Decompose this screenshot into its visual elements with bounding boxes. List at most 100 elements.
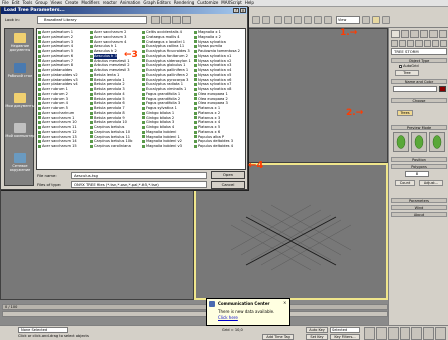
- key-mode-dropdown[interactable]: Selected: [330, 327, 360, 333]
- systems-icon[interactable]: [439, 40, 447, 47]
- rollout-parameters[interactable]: Parameters: [391, 198, 447, 203]
- adjust-button[interactable]: Adjust...: [419, 180, 443, 186]
- cancel-button[interactable]: Cancel: [211, 181, 245, 189]
- create-tab-icon[interactable]: [391, 30, 400, 38]
- geometry-icon[interactable]: [391, 40, 399, 47]
- tree-file-icon: [38, 121, 41, 125]
- tree-file-icon: [194, 78, 197, 82]
- set-key-button[interactable]: Set Key: [306, 334, 328, 340]
- link-icon[interactable]: [274, 16, 282, 24]
- redo-icon[interactable]: [262, 16, 270, 24]
- time-slider[interactable]: 0 / 100: [2, 304, 388, 310]
- close-icon[interactable]: ×: [240, 8, 246, 13]
- preview-box-leaf-icon[interactable]: [429, 132, 445, 152]
- file-list[interactable]: Acer palmatum 1 Acer palmatum 2 Acer palma…: [36, 28, 246, 170]
- hierarchy-tab-icon[interactable]: [410, 30, 419, 38]
- open-button[interactable]: Open: [211, 171, 245, 179]
- display-tab-icon[interactable]: [429, 30, 438, 38]
- scale-icon[interactable]: [324, 16, 332, 24]
- render-icon[interactable]: [372, 16, 380, 24]
- place-desktop[interactable]: Рабочий стол: [5, 61, 35, 87]
- quick-render-icon[interactable]: [382, 16, 390, 24]
- tree-file-icon: [194, 49, 197, 53]
- place-label: Мои документы: [5, 104, 35, 108]
- preview-full-leaf-icon[interactable]: [393, 132, 409, 152]
- file-item[interactable]: Populus deltoides 4: [194, 144, 245, 149]
- pan-icon[interactable]: [435, 327, 447, 340]
- modify-tab-icon[interactable]: [400, 30, 409, 38]
- object-color-swatch[interactable]: [439, 86, 446, 92]
- command-panel: TREE STORM Object Type AutoGrid Tree Nam…: [388, 28, 448, 325]
- move-icon[interactable]: [304, 16, 312, 24]
- file-item[interactable]: Carpinus caroliniana: [90, 144, 142, 149]
- rotate-icon[interactable]: [314, 16, 322, 24]
- play-icon[interactable]: [387, 327, 399, 340]
- tree-file-icon: [142, 83, 145, 87]
- utilities-tab-icon[interactable]: [438, 30, 447, 38]
- helpers-icon[interactable]: [423, 40, 431, 47]
- notification-close-icon[interactable]: ×: [283, 300, 286, 305]
- choose-trees-button[interactable]: Trees: [397, 110, 413, 116]
- object-name-field[interactable]: [393, 86, 437, 92]
- rollout-preview-mode[interactable]: Preview Mode: [391, 125, 447, 130]
- space-warps-icon[interactable]: [431, 40, 439, 47]
- zoom-icon[interactable]: [423, 327, 435, 340]
- up-folder-icon[interactable]: [161, 16, 171, 24]
- next-frame-icon[interactable]: [399, 327, 411, 340]
- prev-frame-icon[interactable]: [375, 327, 387, 340]
- count-button[interactable]: Count: [395, 180, 415, 186]
- tree-object-button[interactable]: Tree: [395, 70, 419, 76]
- autogrid-box[interactable]: [399, 64, 402, 68]
- place-computer[interactable]: Мой компьютер: [5, 121, 35, 147]
- rollout-position[interactable]: Position: [391, 157, 447, 162]
- auto-key-button[interactable]: Auto Key: [306, 327, 328, 333]
- rollout-choose[interactable]: Choose: [391, 98, 447, 103]
- rollout-object-type[interactable]: Object Type: [391, 58, 447, 63]
- filetype-dropdown[interactable]: ONYX TREE files (*.tsn,*.osn,*.pal,*.tt5…: [71, 181, 207, 188]
- object-category-dropdown[interactable]: TREE STORM: [391, 48, 447, 55]
- cameras-icon[interactable]: [415, 40, 423, 47]
- track-bar[interactable]: [2, 311, 388, 317]
- place-documents[interactable]: Мои документы: [5, 91, 35, 117]
- tree-file-icon: [38, 35, 41, 39]
- file-item[interactable]: Acer saccharum 15: [38, 144, 90, 149]
- undo-icon[interactable]: [252, 16, 260, 24]
- shapes-icon[interactable]: [399, 40, 407, 47]
- key-filters-button[interactable]: Key Filters...: [330, 334, 360, 340]
- tree-file-icon: [142, 102, 145, 106]
- rollout-polygons[interactable]: Polygons: [391, 164, 447, 169]
- motion-tab-icon[interactable]: [419, 30, 428, 38]
- lights-icon[interactable]: [407, 40, 415, 47]
- add-time-tag-button[interactable]: Add Time Tag: [262, 334, 294, 340]
- tree-file-icon: [38, 130, 41, 134]
- rollout-name-color[interactable]: Name and Color: [391, 79, 447, 84]
- select-by-name-icon[interactable]: [294, 16, 302, 24]
- tree-file-icon: [142, 111, 145, 115]
- go-start-icon[interactable]: [364, 327, 375, 340]
- file-item[interactable]: Magnolia kobieni v3: [142, 144, 194, 149]
- place-recent[interactable]: Недавние документы: [5, 31, 35, 57]
- communication-center-popup[interactable]: Communication Center × There is new data…: [206, 298, 290, 326]
- tree-file-icon: [142, 87, 145, 91]
- help-icon[interactable]: ?: [233, 8, 239, 13]
- view-menu-icon[interactable]: [181, 16, 191, 24]
- place-network[interactable]: Сетевое окружение: [5, 151, 35, 177]
- tree-file-icon: [38, 73, 41, 77]
- go-end-icon[interactable]: [411, 327, 423, 340]
- rollout-wind[interactable]: Wind: [391, 205, 447, 210]
- new-folder-icon[interactable]: [171, 16, 181, 24]
- tree-file-icon: [90, 102, 93, 106]
- preview-leaf-icon[interactable]: [411, 132, 427, 152]
- autogrid-checkbox[interactable]: AutoGrid: [399, 64, 419, 68]
- reference-coord-dropdown[interactable]: View: [336, 16, 360, 24]
- back-icon[interactable]: [151, 16, 161, 24]
- filename-input[interactable]: Aesculus.tsg: [71, 172, 207, 179]
- polygons-count-field[interactable]: 8: [405, 171, 429, 177]
- pivot-icon[interactable]: [362, 16, 370, 24]
- tree-file-icon: [194, 116, 197, 120]
- select-icon[interactable]: [284, 16, 292, 24]
- tree-file-icon: [194, 144, 197, 148]
- notification-link[interactable]: Click here: [218, 315, 238, 320]
- lookin-dropdown[interactable]: Broadleaf Library: [37, 16, 147, 24]
- rollout-about[interactable]: About: [391, 212, 447, 217]
